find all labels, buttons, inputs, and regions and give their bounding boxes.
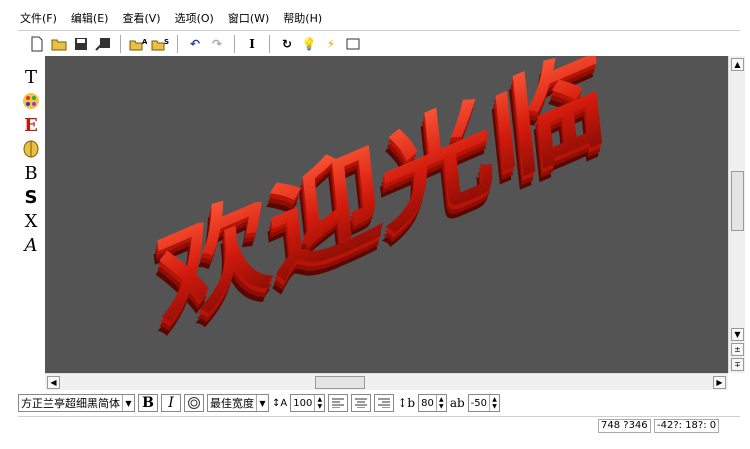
text-cursor-icon[interactable]: I <box>243 35 261 53</box>
spin-arrows-icon[interactable]: ▲ ▼ <box>489 395 499 411</box>
shadow-tool-icon[interactable]: S <box>19 186 43 208</box>
page-down-button[interactable]: ∓ <box>731 358 744 371</box>
x-tool-icon[interactable]: X <box>19 210 43 232</box>
light-icon[interactable]: 💡 <box>300 35 318 53</box>
open-icon[interactable] <box>50 35 68 53</box>
palette-tool-icon[interactable] <box>19 90 43 112</box>
svg-text:A: A <box>142 38 147 46</box>
menu-bar: 文件(F) 编辑(E) 查看(V) 选项(O) 窗口(W) 帮助(H) <box>18 8 324 28</box>
vertical-scroll-thumb[interactable] <box>731 171 744 231</box>
font-select-value: 方正兰亭超细黑简体 <box>21 397 120 410</box>
font-size-icon: ↕A <box>272 397 288 409</box>
3d-text-render: 欢迎光临 欢迎光临 欢迎光临 欢迎光临 <box>147 56 611 362</box>
outline-tool-icon[interactable]: A <box>19 234 43 256</box>
scroll-down-button[interactable]: ▼ <box>731 328 744 341</box>
menu-view[interactable]: 查看(V) <box>120 8 162 28</box>
line-spacing-value: 80 <box>421 397 434 409</box>
chevron-down-icon[interactable]: ▼ <box>122 395 134 411</box>
svg-text:S: S <box>164 38 169 46</box>
font-size-value: 100 <box>293 397 313 409</box>
material-tool-icon[interactable] <box>19 138 43 160</box>
3d-text-face: 欢迎光临 <box>150 56 610 348</box>
vertical-scrollbar[interactable]: ▲ ▼ ± ∓ <box>728 56 745 373</box>
format-toolbar: 方正兰亭超细黑简体 ▼ B I 最佳宽度 ▼ ↕A 100 ▲ ▼ ↕b 80 ▲… <box>18 392 740 414</box>
line-spacing-icon: ↕b <box>397 396 416 410</box>
save-as-icon[interactable] <box>94 35 112 53</box>
toolbar-separator <box>120 34 121 53</box>
frame-icon[interactable] <box>344 35 362 53</box>
menu-options[interactable]: 选项(O) <box>173 8 216 28</box>
menu-window[interactable]: 窗口(W) <box>226 8 271 28</box>
italic-button[interactable]: I <box>161 394 181 412</box>
undo-icon[interactable]: ↶ <box>186 35 204 53</box>
font-select[interactable]: 方正兰亭超细黑简体 ▼ <box>18 394 135 412</box>
horizontal-scroll-thumb[interactable] <box>315 376 365 389</box>
page-up-button[interactable]: ± <box>731 343 744 356</box>
status-angle: -42?: 18?: 0 <box>654 419 720 433</box>
chevron-down-icon[interactable]: ▼ <box>256 395 268 411</box>
edit-tool-icon[interactable]: E <box>19 114 43 136</box>
char-spacing-stepper[interactable]: -50 ▲ ▼ <box>467 394 500 412</box>
menu-file[interactable]: 文件(F) <box>18 8 59 28</box>
rotate-icon[interactable]: ↻ <box>278 35 296 53</box>
scroll-left-button[interactable]: ◀ <box>47 376 60 389</box>
width-mode-value: 最佳宽度 <box>210 397 254 410</box>
align-right-button[interactable] <box>374 394 395 412</box>
status-bar: 748 ?346 -42?: 18?: 0 <box>18 416 740 434</box>
new-icon[interactable] <box>28 35 46 53</box>
toolbar-separator <box>234 34 235 53</box>
menu-help[interactable]: 帮助(H) <box>281 8 324 28</box>
spin-arrows-icon[interactable]: ▲ ▼ <box>435 395 446 411</box>
lightning-icon[interactable]: ⚡ <box>322 35 340 53</box>
char-spacing-value: -50 <box>470 397 487 409</box>
width-mode-select[interactable]: 最佳宽度 ▼ <box>207 394 269 412</box>
text-tool-icon[interactable]: T <box>19 66 43 88</box>
align-left-button[interactable] <box>328 394 349 412</box>
open-s-icon[interactable]: S <box>151 35 169 53</box>
render-canvas[interactable]: 欢迎光临 欢迎光临 欢迎光临 欢迎光临 <box>45 56 728 373</box>
toolbar-separator <box>269 34 270 53</box>
char-spacing-icon: ab <box>449 396 465 410</box>
horizontal-scrollbar[interactable]: ◀ ▶ <box>45 373 728 390</box>
redo-icon[interactable]: ↷ <box>208 35 226 53</box>
scroll-right-button[interactable]: ▶ <box>713 376 726 389</box>
line-spacing-stepper[interactable]: 80 ▲ ▼ <box>418 394 447 412</box>
save-icon[interactable] <box>72 35 90 53</box>
open-a-icon[interactable]: A <box>129 35 147 53</box>
status-position: 748 ?346 <box>598 419 651 433</box>
main-toolbar: A S ↶ ↷ I ↻ 💡 ⚡ <box>18 30 740 56</box>
toolbar-separator <box>177 34 178 53</box>
outline-button[interactable] <box>184 394 204 412</box>
scroll-up-button[interactable]: ▲ <box>731 58 744 71</box>
bevel-tool-icon[interactable]: B <box>19 162 43 184</box>
bold-button[interactable]: B <box>138 394 158 412</box>
left-tool-palette: T E B S X A <box>18 62 44 382</box>
spin-arrows-icon[interactable]: ▲ ▼ <box>314 395 324 411</box>
align-center-button[interactable] <box>351 394 372 412</box>
menu-edit[interactable]: 编辑(E) <box>69 8 111 28</box>
font-size-stepper[interactable]: 100 ▲ ▼ <box>290 394 326 412</box>
